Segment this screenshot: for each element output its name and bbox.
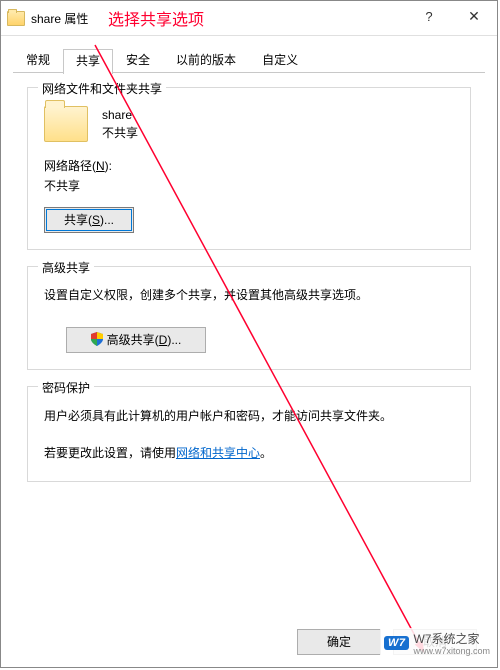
network-path-value: 不共享 [44,176,454,196]
network-path-label: 网络路径(N): [44,156,454,176]
uac-shield-icon [91,330,103,344]
password-line1: 用户必须具有此计算机的用户帐户和密码，才能访问共享文件夹。 [44,405,454,428]
watermark-text: W7系统之家 [413,632,479,646]
properties-dialog: share 属性 ? ✕ 常规 共享 安全 以前的版本 自定义 网络文件和文件夹… [0,0,498,668]
watermark: W7 W7系统之家 www.w7xitong.com [380,628,494,658]
watermark-url: www.w7xitong.com [413,647,490,656]
group-network-share-legend: 网络文件和文件夹共享 [38,80,166,97]
password-line2-prefix: 若要更改此设置，请使用 [44,446,176,460]
tab-sharing[interactable]: 共享 [63,49,113,74]
help-button[interactable]: ? [411,1,447,31]
share-button[interactable]: 共享(S)... [44,207,134,233]
folder-icon [7,11,25,26]
window-title: share 属性 [31,10,88,27]
share-status: 不共享 [102,124,138,142]
tab-customize[interactable]: 自定义 [249,48,311,73]
share-name: share [102,106,138,124]
password-line2: 若要更改此设置，请使用网络和共享中心。 [44,442,454,465]
advanced-share-desc: 设置自定义权限，创建多个共享，并设置其他高级共享选项。 [44,285,454,305]
tab-security[interactable]: 安全 [113,48,163,73]
group-password: 密码保护 用户必须具有此计算机的用户帐户和密码，才能访问共享文件夹。 若要更改此… [27,386,471,482]
group-password-legend: 密码保护 [38,379,94,396]
network-sharing-center-link[interactable]: 网络和共享中心 [176,446,260,460]
tab-previous-versions[interactable]: 以前的版本 [163,48,249,73]
titlebar: share 属性 ? ✕ [1,1,497,36]
tab-general[interactable]: 常规 [13,48,63,73]
group-advanced-share: 高级共享 设置自定义权限，创建多个共享，并设置其他高级共享选项。 高级共享(D)… [27,266,471,370]
watermark-badge: W7 [384,636,410,650]
advanced-share-button[interactable]: 高级共享(D)... [66,327,206,353]
password-line2-suffix: 。 [260,446,272,460]
close-button[interactable]: ✕ [451,1,497,31]
tab-strip: 常规 共享 安全 以前的版本 自定义 [13,48,485,73]
ok-button[interactable]: 确定 [297,629,381,655]
tab-body: 网络文件和文件夹共享 share 不共享 网络路径(N): 不共享 共享(S).… [13,73,485,502]
group-advanced-share-legend: 高级共享 [38,259,94,276]
share-folder-icon [44,106,88,142]
group-network-share: 网络文件和文件夹共享 share 不共享 网络路径(N): 不共享 共享(S).… [27,87,471,250]
